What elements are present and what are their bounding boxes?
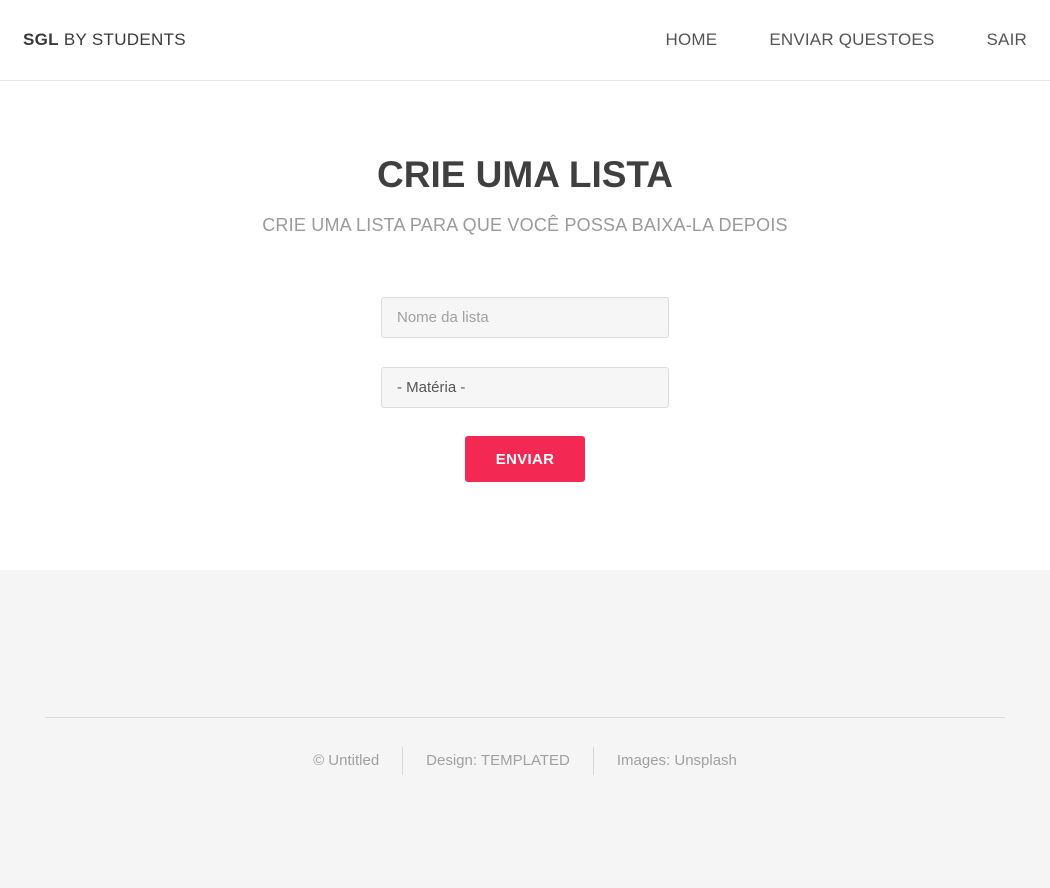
site-logo[interactable]: SGL BY STUDENTS [23,30,186,50]
list-name-input[interactable] [381,297,669,338]
credit-copyright: © Untitled [313,752,380,769]
credit-images: Images: Unsplash [592,747,760,775]
logo-text: BY STUDENTS [58,30,186,49]
nav-enviar-questoes[interactable]: ENVIAR QUESTOES [769,30,934,50]
footer-credits: © Untitled Design: TEMPLATED Images: Uns… [0,747,1050,775]
nav-sair[interactable]: SAIR [987,30,1027,50]
page-title: CRIE UMA LISTA [377,154,673,195]
footer-divider [45,717,1005,718]
site-header: SGL BY STUDENTS HOME ENVIAR QUESTOES SAI… [0,0,1050,81]
nav-home[interactable]: HOME [666,30,718,50]
main-nav: HOME ENVIAR QUESTOES SAIR [614,30,1027,50]
credit-design: Design: TEMPLATED [402,747,593,775]
page-subtitle: CRIE UMA LISTA PARA QUE VOCÊ POSSA BAIXA… [262,215,788,235]
subject-select[interactable]: - Matéria - [381,367,669,408]
submit-button[interactable]: ENVIAR [465,436,585,482]
subject-select-value: - Matéria - [397,379,466,396]
main-section: CRIE UMA LISTA CRIE UMA LISTA PARA QUE V… [0,81,1050,570]
site-footer: © Untitled Design: TEMPLATED Images: Uns… [0,570,1050,888]
logo-bold: SGL [23,30,59,49]
